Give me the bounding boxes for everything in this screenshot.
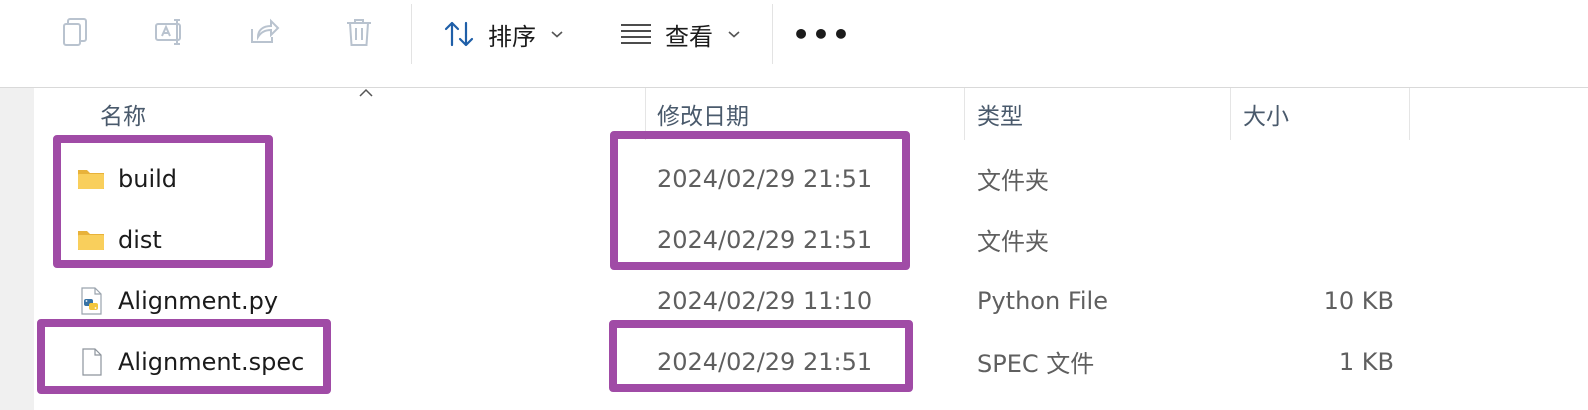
- column-divider[interactable]: [1409, 88, 1410, 140]
- share-icon: [247, 15, 281, 53]
- file-name: build: [118, 164, 178, 193]
- column-header-name[interactable]: 名称: [100, 88, 146, 140]
- file-type: SPEC 文件: [977, 350, 1095, 378]
- column-header-row: 名称 修改日期 类型 大小: [34, 88, 1588, 140]
- column-divider[interactable]: [645, 88, 646, 140]
- file-type: 文件夹: [977, 228, 1049, 256]
- rename-icon: [153, 15, 187, 53]
- sort-icon: [442, 17, 476, 51]
- file-name: dist: [118, 225, 162, 254]
- navigation-pane-edge: [0, 88, 34, 410]
- view-label: 查看: [665, 22, 713, 51]
- file-row[interactable]: Alignment.spec 2024/02/29 21:51 SPEC 文件 …: [34, 331, 1588, 392]
- python-file-icon: [76, 286, 106, 316]
- sort-menu-button[interactable]: 排序: [442, 12, 564, 56]
- rename-button[interactable]: [146, 10, 194, 58]
- chevron-down-icon: [550, 29, 564, 39]
- view-list-icon: [619, 17, 653, 51]
- toolbar-separator: [772, 4, 773, 64]
- file-row[interactable]: Alignment.py 2024/02/29 11:10 Python Fil…: [34, 270, 1588, 331]
- file-row[interactable]: build 2024/02/29 21:51 文件夹: [34, 148, 1588, 209]
- file-name: Alignment.spec: [118, 347, 305, 376]
- file-modified: 2024/02/29 21:51: [657, 347, 873, 376]
- file-icon: [76, 347, 106, 377]
- delete-icon: [342, 15, 376, 53]
- command-bar: 排序 查看 •••: [0, 0, 1588, 88]
- column-header-size[interactable]: 大小: [1243, 88, 1289, 140]
- folder-icon: [76, 225, 106, 255]
- sort-label: 排序: [488, 22, 536, 51]
- file-type: 文件夹: [977, 167, 1049, 195]
- column-header-type[interactable]: 类型: [977, 88, 1023, 140]
- file-size: 1 KB: [1338, 347, 1394, 376]
- column-divider[interactable]: [1230, 88, 1231, 140]
- copy-button[interactable]: [52, 10, 100, 58]
- share-button[interactable]: [240, 10, 288, 58]
- folder-icon: [76, 164, 106, 194]
- more-icon: •••: [792, 17, 852, 51]
- toolbar-separator: [411, 4, 412, 64]
- chevron-down-icon: [727, 29, 741, 39]
- file-size: 10 KB: [1323, 286, 1394, 315]
- file-modified: 2024/02/29 21:51: [657, 164, 873, 193]
- more-options-button[interactable]: •••: [792, 18, 850, 51]
- copy-icon: [59, 15, 93, 53]
- view-menu-button[interactable]: 查看: [619, 12, 741, 56]
- column-header-modified[interactable]: 修改日期: [657, 88, 749, 140]
- file-type: Python File: [977, 286, 1108, 315]
- delete-button[interactable]: [335, 10, 383, 58]
- file-modified: 2024/02/29 11:10: [657, 286, 873, 315]
- file-modified: 2024/02/29 21:51: [657, 225, 873, 254]
- file-name: Alignment.py: [118, 286, 279, 315]
- column-divider[interactable]: [964, 88, 965, 140]
- file-row[interactable]: dist 2024/02/29 21:51 文件夹: [34, 209, 1588, 270]
